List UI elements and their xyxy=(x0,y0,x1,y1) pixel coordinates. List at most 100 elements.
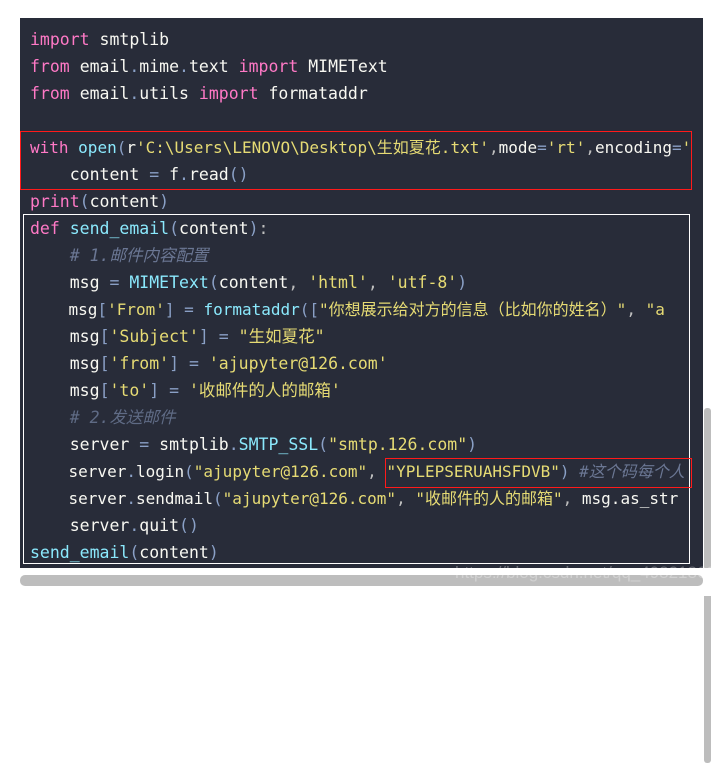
token-key-to: 'to' xyxy=(109,381,150,400)
code-line-15-comment: # 2.发送邮件 xyxy=(20,404,703,431)
token-paren: ( xyxy=(299,300,310,319)
token-dot: . xyxy=(129,84,140,103)
token-method-login: login xyxy=(135,462,185,481)
token-login-user: "ajupyter@126.com" xyxy=(193,462,368,481)
token-dot: . xyxy=(129,516,140,535)
comment-auth-code-note: #这个码每个人 xyxy=(579,462,685,481)
horizontal-scrollbar-thumb[interactable] xyxy=(20,575,703,586)
token-equals: = xyxy=(149,165,160,184)
token-keyword-with: with xyxy=(30,138,69,157)
token-submodule-1: utils xyxy=(139,84,189,103)
vertical-scrollbar-track[interactable] xyxy=(703,195,717,763)
token-bracket: ] xyxy=(198,327,209,346)
token-arg-utf8: 'utf-8' xyxy=(387,273,458,292)
code-line-13: msg['from'] = 'ajupyter@126.com' xyxy=(20,350,703,377)
token-display-name-string: "你想展示给对方的信息（比如你的姓名）" xyxy=(319,300,627,319)
token-variable-server: server xyxy=(69,435,130,454)
token-bracket: [ xyxy=(309,300,320,319)
token-equals: = xyxy=(109,273,120,292)
token-imported-name: MIMEText xyxy=(308,57,388,76)
token-comma: , xyxy=(626,300,636,319)
code-line-4-blank xyxy=(20,107,703,134)
token-comma: , xyxy=(562,489,573,508)
code-line-8: def send_email(content): xyxy=(20,215,703,242)
token-variable-content: content xyxy=(69,165,140,184)
comment-mail-config: # 1.邮件内容配置 xyxy=(69,246,209,265)
token-equals: = xyxy=(218,327,229,346)
token-equals: = xyxy=(672,138,682,157)
token-imported-name: formataddr xyxy=(268,84,368,103)
token-function-smtp-ssl: SMTP_SSL xyxy=(238,435,319,454)
code-line-20: send_email(content) xyxy=(20,539,703,566)
code-line-3: from email.utils import formataddr xyxy=(20,80,703,107)
token-bracket: ] xyxy=(164,300,175,319)
token-bracket: [ xyxy=(99,327,110,346)
token-arg-content: content xyxy=(89,192,160,211)
token-module: email xyxy=(79,84,130,103)
token-paren: ( xyxy=(318,435,329,454)
token-paren: ) xyxy=(248,219,259,238)
token-call-send-email: send_email xyxy=(30,543,130,562)
token-smtp-host: "smtp.126.com" xyxy=(328,435,468,454)
token-comma: , xyxy=(488,138,499,157)
token-keyword-import: import xyxy=(238,57,299,76)
token-colon: : xyxy=(258,219,269,238)
code-line-2: from email.mime.text import MIMEText xyxy=(20,53,703,80)
token-function-name: send_email xyxy=(69,219,170,238)
horizontal-scrollbar-track[interactable] xyxy=(0,568,717,596)
token-equals: = xyxy=(537,138,547,157)
token-dot: . xyxy=(129,57,140,76)
code-line-7: print(content) xyxy=(20,188,703,215)
token-file-path: 'C:\Users\LENOVO\Desktop\生如夏花.txt' xyxy=(135,138,489,157)
token-paren: ( xyxy=(116,138,127,157)
token-method-quit: quit xyxy=(139,516,180,535)
token-paren: ) xyxy=(208,543,219,562)
code-line-9-comment: # 1.邮件内容配置 xyxy=(20,242,703,269)
token-comma: , xyxy=(367,273,378,292)
token-dot: . xyxy=(228,435,239,454)
token-paren: ) xyxy=(467,435,478,454)
token-variable-msg: msg xyxy=(69,273,100,292)
code-line-11: msg['From'] = formataddr(["你想展示给对方的信息（比如… xyxy=(20,296,703,323)
token-comma: , xyxy=(396,489,406,508)
token-keyword-from: from xyxy=(30,84,70,103)
token-variable-msg: msg xyxy=(68,300,98,319)
token-dot: . xyxy=(179,165,189,184)
token-module-smtplib: smtplib xyxy=(159,435,229,454)
token-paren: ) xyxy=(159,192,170,211)
token-bracket: [ xyxy=(99,354,110,373)
token-method-read: read xyxy=(188,165,229,184)
code-line-18: server.sendmail("ajupyter@126.com", "收邮件… xyxy=(20,485,703,512)
token-equals: = xyxy=(139,435,150,454)
token-method-sendmail: sendmail xyxy=(135,489,214,508)
token-keyword-def: def xyxy=(30,219,60,238)
token-function-print: print xyxy=(30,192,80,211)
token-dot: . xyxy=(179,57,189,76)
token-paren: ( xyxy=(79,192,90,211)
code-line-17: server.login("ajupyter@126.com", "YPLEPS… xyxy=(20,458,703,485)
code-editor-viewport[interactable]: import smtplib from email.mime.text impo… xyxy=(20,18,703,568)
token-kwarg-encoding: encoding xyxy=(594,138,673,157)
token-paren: ( xyxy=(169,219,180,238)
token-variable-server: server xyxy=(68,489,127,508)
token-paren: ( xyxy=(208,273,219,292)
token-comma: , xyxy=(367,462,377,481)
code-line-12: msg['Subject'] = "生如夏花" xyxy=(20,323,703,350)
token-submodule-2: text xyxy=(188,57,229,76)
token-bracket: [ xyxy=(97,300,108,319)
code-line-1: import smtplib xyxy=(20,26,703,53)
token-kwarg-mode: mode xyxy=(498,138,538,157)
token-arg-html: 'html' xyxy=(308,273,368,292)
token-comma: , xyxy=(585,138,595,157)
token-sender-address: 'ajupyter@126.com' xyxy=(208,354,388,373)
token-mode-value: 'rt' xyxy=(546,138,586,157)
token-paren: ( xyxy=(129,543,140,562)
token-paren: ( xyxy=(184,462,194,481)
token-function-formataddr: formataddr xyxy=(203,300,300,319)
token-parens: () xyxy=(228,165,249,184)
code-line-6: content = f.read() xyxy=(20,161,703,188)
token-equals: = xyxy=(184,300,194,319)
token-sendmail-to: "收邮件的人的邮箱" xyxy=(415,489,563,508)
token-module: smtplib xyxy=(99,30,170,49)
token-address-partial: "a xyxy=(645,300,665,319)
